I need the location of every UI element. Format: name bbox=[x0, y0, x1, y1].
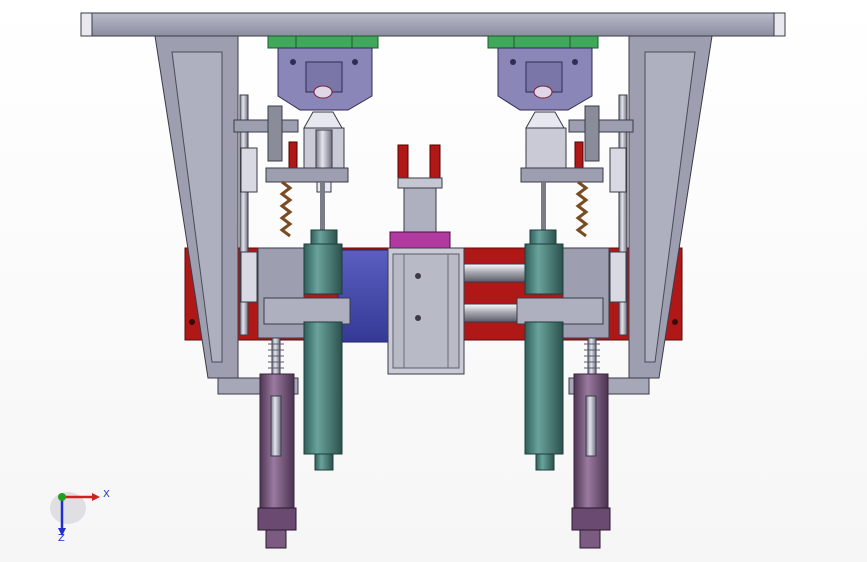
x-axis-label: X bbox=[103, 489, 110, 500]
z-axis-label: Z bbox=[58, 533, 65, 544]
left-lower-actuator bbox=[257, 337, 297, 549]
center-slide-block bbox=[387, 247, 465, 375]
center-gripper bbox=[389, 144, 451, 249]
y-axis-dot bbox=[58, 493, 66, 501]
assembly-drawing: X Z bbox=[50, 12, 786, 549]
left-spring-bracket bbox=[265, 167, 349, 238]
left-cylinder bbox=[303, 229, 343, 471]
coordinate-triad: X Z bbox=[50, 489, 110, 544]
right-spring-bracket bbox=[520, 167, 604, 238]
right-lower-actuator bbox=[571, 337, 611, 549]
right-guide-head bbox=[487, 35, 599, 111]
left-guide-head bbox=[267, 35, 379, 111]
right-cylinder bbox=[524, 229, 564, 471]
blue-plate bbox=[337, 249, 391, 343]
cad-viewport[interactable]: X Z bbox=[0, 0, 867, 562]
top-beam bbox=[80, 12, 786, 37]
